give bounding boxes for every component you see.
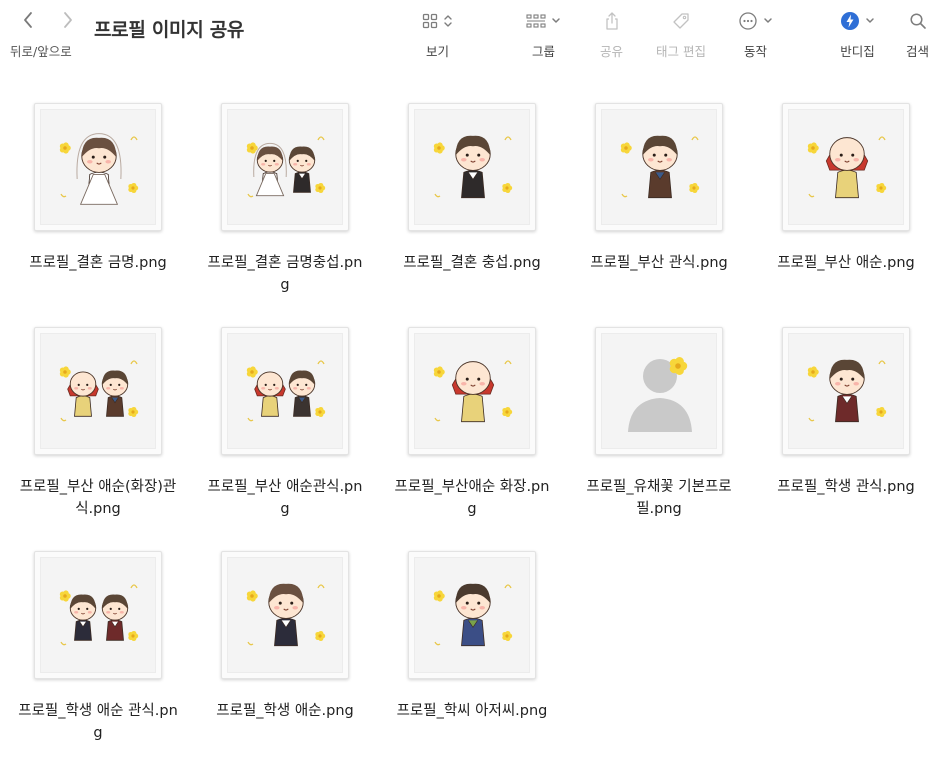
file-name: 프로필_학씨 아저씨.png <box>396 703 548 719</box>
back-button[interactable] <box>19 10 37 30</box>
file-item[interactable]: 프로필_학생 애순 관식.png <box>18 551 178 744</box>
file-thumbnail[interactable] <box>221 551 349 679</box>
file-item[interactable]: 프로필_부산 애순관식.png <box>205 327 365 520</box>
profile-illustration <box>601 333 717 449</box>
file-thumbnail[interactable] <box>221 327 349 455</box>
file-item[interactable]: 프로필_부산 관식.png <box>579 103 739 274</box>
search-icon <box>909 13 926 29</box>
file-thumbnail[interactable] <box>408 551 536 679</box>
chevron-right-icon <box>64 12 72 28</box>
view-button[interactable]: 보기 <box>422 8 453 60</box>
forward-button[interactable] <box>59 10 77 30</box>
file-thumbnail[interactable] <box>34 551 162 679</box>
group-button[interactable]: 그룹 <box>526 8 561 60</box>
edit-tags-button[interactable]: 태그 편집 <box>656 8 706 60</box>
profile-illustration <box>788 109 904 225</box>
file-name: 프로필_학생 관식.png <box>777 479 915 495</box>
file-item[interactable]: 프로필_학생 관식.png <box>766 327 926 498</box>
file-name: 프로필_결혼 금명.png <box>29 255 167 271</box>
file-name: 프로필_부산 애순(화장)관식.png <box>19 479 177 517</box>
grid-view-icon <box>422 13 438 29</box>
file-thumbnail[interactable] <box>408 103 536 231</box>
file-item[interactable]: 프로필_학씨 아저씨.png <box>392 551 552 722</box>
chevron-down-icon <box>764 18 772 23</box>
toolbar: 뒤로/앞으로 프로필 이미지 공유 보기 그룹 공유 태그 편집 동작 반디집 … <box>0 0 936 70</box>
file-item[interactable]: 프로필_결혼 금명충섭.png <box>205 103 365 296</box>
share-button[interactable]: 공유 <box>600 8 623 60</box>
profile-illustration <box>601 109 717 225</box>
share-label: 공유 <box>600 44 624 59</box>
share-icon <box>605 12 618 30</box>
chevron-left-icon <box>24 12 32 28</box>
file-thumbnail[interactable] <box>408 327 536 455</box>
bandizip-label: 반디집 <box>840 44 875 59</box>
file-item[interactable]: 프로필_부산 애순.png <box>766 103 926 274</box>
window-title: 프로필 이미지 공유 <box>94 19 245 41</box>
profile-illustration <box>227 333 343 449</box>
profile-illustration <box>414 557 530 673</box>
file-name: 프로필_부산 애순.png <box>777 255 915 271</box>
file-thumbnail[interactable] <box>595 327 723 455</box>
file-thumbnail[interactable] <box>782 327 910 455</box>
file-name: 프로필_유채꽃 기본프로필.png <box>586 479 732 517</box>
action-label: 동작 <box>743 44 767 59</box>
file-item[interactable]: 프로필_결혼 충섭.png <box>392 103 552 274</box>
file-item[interactable]: 프로필_결혼 금명.png <box>18 103 178 274</box>
ellipsis-circle-icon <box>739 12 757 30</box>
file-name: 프로필_결혼 금명충섭.png <box>207 255 363 293</box>
bandizip-button[interactable]: 반디집 <box>840 8 875 60</box>
group-label: 그룹 <box>531 44 555 59</box>
profile-illustration <box>227 109 343 225</box>
file-thumbnail[interactable] <box>34 327 162 455</box>
tags-label: 태그 편집 <box>656 44 706 59</box>
chevron-down-icon <box>866 18 874 23</box>
file-name: 프로필_부산 관식.png <box>590 255 728 271</box>
file-item[interactable]: 프로필_부산애순 화장.png <box>392 327 552 520</box>
file-thumbnail[interactable] <box>221 103 349 231</box>
file-name: 프로필_학생 애순 관식.png <box>18 703 178 741</box>
search-label: 검색 <box>906 44 930 59</box>
file-name: 프로필_학생 애순.png <box>216 703 354 719</box>
profile-illustration <box>227 557 343 673</box>
search-button[interactable]: 검색 <box>906 8 929 60</box>
action-button[interactable]: 동작 <box>738 8 773 60</box>
chevron-down-icon <box>552 18 560 23</box>
navigation-arrows <box>19 10 77 30</box>
file-thumbnail[interactable] <box>595 103 723 231</box>
bandizip-icon <box>841 12 859 30</box>
profile-illustration <box>414 333 530 449</box>
file-item[interactable]: 프로필_유채꽃 기본프로필.png <box>579 327 739 520</box>
file-item[interactable]: 프로필_부산 애순(화장)관식.png <box>18 327 178 520</box>
profile-illustration <box>40 557 156 673</box>
profile-illustration <box>414 109 530 225</box>
tag-icon <box>673 13 689 29</box>
profile-illustration <box>788 333 904 449</box>
file-thumbnail[interactable] <box>782 103 910 231</box>
profile-illustration <box>40 333 156 449</box>
updown-chevron-icon <box>444 15 452 27</box>
file-item[interactable]: 프로필_학생 애순.png <box>205 551 365 722</box>
file-name: 프로필_부산 애순관식.png <box>207 479 363 517</box>
navigation-label: 뒤로/앞으로 <box>10 44 72 59</box>
profile-illustration <box>40 109 156 225</box>
file-thumbnail[interactable] <box>34 103 162 231</box>
file-name: 프로필_부산애순 화장.png <box>394 479 550 517</box>
file-name: 프로필_결혼 충섭.png <box>403 255 541 271</box>
group-icon <box>526 14 546 28</box>
view-label: 보기 <box>425 44 449 59</box>
